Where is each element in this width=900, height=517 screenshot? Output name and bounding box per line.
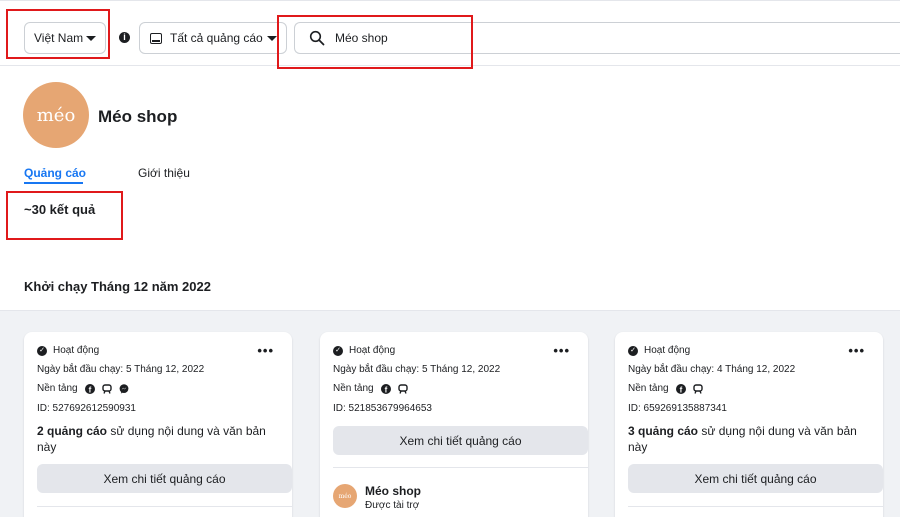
ad-id: ID: 659269135887341 <box>628 403 727 414</box>
svg-text:f: f <box>384 385 387 394</box>
audience-network-icon <box>101 383 112 394</box>
info-icon[interactable]: i <box>119 32 130 43</box>
page-avatar-logo-text: méo <box>36 104 76 126</box>
ad-start-date: Ngày bắt đầu chạy: 5 Tháng 12, 2022 <box>37 364 205 375</box>
audience-network-icon <box>692 383 703 394</box>
ad-status: ✓ Hoạt động <box>333 345 395 356</box>
tab-ads[interactable]: Quảng cáo <box>24 166 86 180</box>
tab-active-underline <box>24 182 83 184</box>
advertiser-avatar[interactable]: méo <box>333 484 357 508</box>
sponsored-label: Được tài trợ <box>365 500 420 511</box>
ad-platforms: Nền tảng f <box>628 383 703 394</box>
more-options-icon[interactable]: ••• <box>257 343 274 358</box>
audience-network-icon <box>397 383 408 394</box>
platform-label: Nền tảng <box>37 383 78 394</box>
check-circle-icon: ✓ <box>37 345 47 356</box>
facebook-icon: f <box>675 383 686 394</box>
svg-text:f: f <box>88 385 91 394</box>
platform-label: Nền tảng <box>628 383 669 394</box>
ad-platforms: Nền tảng f <box>333 383 408 394</box>
ad-status: ✓ Hoạt động <box>37 345 99 356</box>
advertiser-name[interactable]: Méo shop <box>365 484 421 498</box>
ad-type-dropdown-label: Tất cả quảng cáo <box>170 31 263 45</box>
ad-card: ✓ Hoạt động ••• Ngày bắt đầu chạy: 5 Thá… <box>320 332 588 517</box>
ad-start-date: Ngày bắt đầu chạy: 5 Tháng 12, 2022 <box>333 364 501 375</box>
platform-label: Nền tảng <box>333 383 374 394</box>
ad-status-label: Hoạt động <box>53 345 100 356</box>
ad-count: 2 quảng cáo <box>37 424 108 438</box>
ad-platforms: Nền tảng f <box>37 383 129 394</box>
more-options-icon[interactable]: ••• <box>848 343 865 358</box>
check-circle-icon: ✓ <box>628 345 638 356</box>
card-divider <box>37 506 292 507</box>
caret-down-icon <box>267 36 277 41</box>
ad-id: ID: 521853679964653 <box>333 403 432 414</box>
messenger-icon <box>119 383 128 394</box>
results-count: ~30 kết quả <box>24 202 96 217</box>
highlight-search-box <box>277 15 473 69</box>
advertiser-avatar-logo-text: méo <box>338 492 352 500</box>
ad-count: 3 quảng cáo <box>628 424 699 438</box>
check-circle-icon: ✓ <box>333 345 343 356</box>
ad-start-date: Ngày bắt đầu chạy: 4 Tháng 12, 2022 <box>628 364 796 375</box>
more-options-icon[interactable]: ••• <box>553 343 570 358</box>
ad-status: ✓ Hoạt động <box>628 345 690 356</box>
page-avatar[interactable]: méo <box>23 82 89 148</box>
ad-multi-text: 3 quảng cáo sử dụng nội dung và văn bản … <box>628 423 858 455</box>
ad-id: ID: 527692612590931 <box>37 403 136 414</box>
launch-heading: Khởi chạy Tháng 12 năm 2022 <box>24 279 211 294</box>
ad-status-label: Hoạt động <box>349 345 396 356</box>
card-divider <box>628 506 883 507</box>
highlight-country-box <box>6 9 110 59</box>
see-ad-details-button[interactable]: Xem chi tiết quảng cáo <box>37 464 292 493</box>
tab-about[interactable]: Giới thiệu <box>138 166 190 180</box>
ad-type-dropdown[interactable]: Tất cả quảng cáo <box>139 22 287 54</box>
see-ad-details-button[interactable]: Xem chi tiết quảng cáo <box>628 464 883 493</box>
ad-card: ✓ Hoạt động ••• Ngày bắt đầu chạy: 4 Thá… <box>615 332 883 517</box>
facebook-icon: f <box>380 383 391 394</box>
see-ad-details-button[interactable]: Xem chi tiết quảng cáo <box>333 426 588 455</box>
facebook-icon: f <box>84 383 95 394</box>
ad-status-label: Hoạt động <box>644 345 691 356</box>
page-title[interactable]: Méo shop <box>98 107 177 127</box>
ad-multi-text: 2 quảng cáo sử dụng nội dung và văn bản … <box>37 423 267 455</box>
svg-text:f: f <box>679 385 682 394</box>
ad-card: ✓ Hoạt động ••• Ngày bắt đầu chạy: 5 Thá… <box>24 332 292 517</box>
ad-category-icon <box>150 32 162 44</box>
card-divider <box>333 467 588 468</box>
